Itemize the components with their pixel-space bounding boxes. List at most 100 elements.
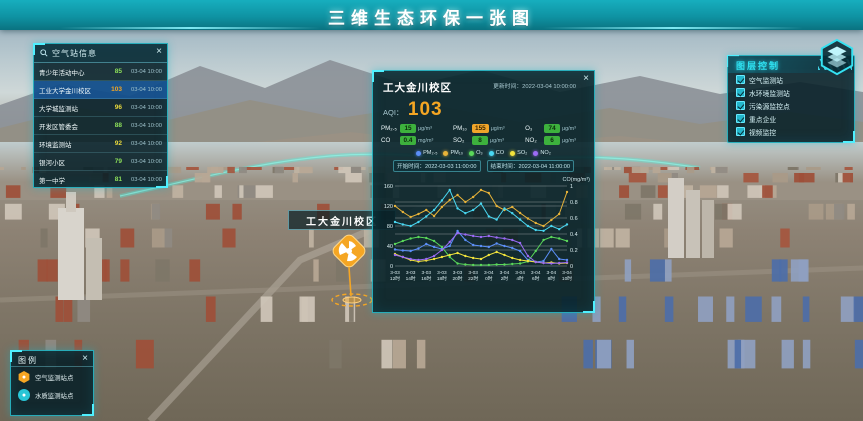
pollutant-name: NO₂ xyxy=(525,137,542,144)
station-update-time: 03-04 10:00 xyxy=(122,141,162,147)
series-legend-item[interactable]: CO xyxy=(489,150,504,156)
legend-header: 图例 × xyxy=(11,351,93,367)
pollutant-grid: PM₂.₅ 15 μg/m³PM₁₀ 155 μg/m³O₃ 74 μg/m³C… xyxy=(373,121,594,147)
aqi-label: AQI： xyxy=(383,108,403,117)
layer-checkbox[interactable] xyxy=(736,114,745,123)
svg-text:3-042时: 3-042时 xyxy=(500,270,510,282)
layers-hexagon-icon[interactable] xyxy=(818,38,856,76)
station-update-time: 03-04 10:00 xyxy=(122,159,162,165)
station-row[interactable]: 第一中学 81 03-04 10:00 xyxy=(34,171,167,187)
top-header-bar: 三维生态环保一张图 xyxy=(0,0,863,30)
svg-text:3-0320时: 3-0320时 xyxy=(452,270,462,282)
pollutant-unit: μg/m³ xyxy=(490,138,504,144)
layer-label: 重点企业 xyxy=(749,114,776,124)
aqi-value: 103 xyxy=(408,99,443,120)
series-legend-item[interactable]: PM₂.₅ xyxy=(416,150,437,156)
svg-text:120: 120 xyxy=(384,204,393,210)
series-color-dot xyxy=(489,151,494,156)
series-name: NO₂ xyxy=(540,150,551,156)
station-detail-popup: 工大金川校区 更新时间：2022-03-04 10:00:00 × AQI： 1… xyxy=(372,70,595,313)
series-legend-item[interactable]: SO₂ xyxy=(510,150,527,156)
station-row[interactable]: 大学城监测站 96 03-04 10:00 xyxy=(34,99,167,117)
legend-circle-icon: ● xyxy=(18,389,30,401)
pollutant-item: PM₁₀ 155 μg/m³ xyxy=(453,124,523,133)
pollutant-value-badge: 155 xyxy=(472,124,489,133)
time-range-row: 开始时间：2022-03-03 11:00:00 结束时间：2022-03-04… xyxy=(373,158,594,174)
station-list-header: 空气站信息 × xyxy=(34,44,167,63)
legend-close-icon[interactable]: × xyxy=(82,354,88,364)
pollutant-unit: μg/m³ xyxy=(491,126,505,132)
legend-item: ●水质监测站点 xyxy=(11,385,93,403)
legend-item: ●空气监测站点 xyxy=(11,367,93,385)
pollutant-unit: μg/m³ xyxy=(562,138,576,144)
layer-checkbox[interactable] xyxy=(736,75,745,84)
header-decoration-left xyxy=(60,27,320,29)
station-row[interactable]: 环境监测站 92 03-04 10:00 xyxy=(34,135,167,153)
svg-text:3-048时: 3-048时 xyxy=(547,270,557,282)
layer-label: 视频监控 xyxy=(749,127,776,137)
svg-text:0: 0 xyxy=(570,264,573,270)
station-marker-icon[interactable] xyxy=(330,234,376,320)
series-color-dot xyxy=(416,151,421,156)
station-row[interactable]: 青少年活动中心 85 03-04 10:00 xyxy=(34,63,167,81)
series-legend-item[interactable]: NO₂ xyxy=(533,150,551,156)
svg-text:1: 1 xyxy=(570,184,573,190)
station-aqi-value: 79 xyxy=(106,158,122,165)
right-axis-label: CO(mg/m³) xyxy=(563,177,591,183)
station-update-time: 03-04 10:00 xyxy=(122,123,162,129)
app-root: 三维生态环保一张图 工大金川校区 空气站信息 × 青少年活动中心 85 xyxy=(0,0,863,421)
layer-checkbox[interactable] xyxy=(736,127,745,136)
svg-text:3-044时: 3-044时 xyxy=(515,270,525,282)
station-aqi-value: 103 xyxy=(106,86,122,93)
series-color-dot xyxy=(443,151,448,156)
svg-text:3-046时: 3-046时 xyxy=(531,270,541,282)
layer-toggle-row[interactable]: 水环境监测站 xyxy=(728,86,854,99)
series-legend-item[interactable]: PM₁₀ xyxy=(443,150,463,156)
station-list-title: 空气站信息 xyxy=(52,48,97,59)
series-legend-item[interactable]: O₃ xyxy=(469,150,483,156)
marker-diamond xyxy=(331,234,368,296)
layer-checkbox[interactable] xyxy=(736,101,745,110)
pollutant-name: PM₂.₅ xyxy=(381,125,398,132)
station-name: 环境监测站 xyxy=(39,139,106,149)
start-time-label: 开始时间： xyxy=(397,164,425,170)
svg-text:3-0312时: 3-0312时 xyxy=(390,270,400,282)
pollutant-value-badge: 15 xyxy=(400,124,416,133)
layer-toggle-row[interactable]: 污染源监控点 xyxy=(728,99,854,112)
svg-text:160: 160 xyxy=(384,184,393,190)
layer-label: 污染源监控点 xyxy=(749,101,790,111)
svg-text:3-0322时: 3-0322时 xyxy=(468,270,478,282)
map-legend-panel: 图例 × ●空气监测站点●水质监测站点 xyxy=(10,350,94,416)
station-row[interactable]: 银河小区 79 03-04 10:00 xyxy=(34,153,167,171)
end-time-input[interactable]: 结束时间：2022-03-04 11:00:00 xyxy=(487,160,575,172)
update-time-label: 更新时间： xyxy=(493,84,522,90)
layer-toggle-row[interactable]: 视频监控 xyxy=(728,125,854,138)
pollutant-name: SO₂ xyxy=(453,137,470,144)
pollutant-trend-chart: 0408012016000.20.40.60.81CO(mg/m³)3-0312… xyxy=(373,174,594,299)
layer-rows: 空气监测站水环境监测站污染源监控点重点企业视频监控 xyxy=(728,73,854,138)
station-aqi-value: 85 xyxy=(106,68,122,75)
layer-checkbox[interactable] xyxy=(736,88,745,97)
station-update-time: 03-04 10:00 xyxy=(122,105,162,111)
chart-series-legend: PM₂.₅ PM₁₀ O₃ CO SO₂ NO₂ xyxy=(373,147,594,158)
pollutant-value-badge: 8 xyxy=(472,136,488,145)
header-decoration-right xyxy=(543,27,803,29)
station-aqi-value: 81 xyxy=(106,176,122,183)
trend-chart-svg: 0408012016000.20.40.60.81CO(mg/m³)3-0312… xyxy=(377,174,590,294)
legend-hexagon-icon: ● xyxy=(18,371,30,383)
start-time-input[interactable]: 开始时间：2022-03-03 11:00:00 xyxy=(393,160,481,172)
svg-text:0.2: 0.2 xyxy=(570,248,578,254)
app-title: 三维生态环保一张图 xyxy=(328,4,535,29)
station-update-time: 03-04 10:00 xyxy=(122,87,162,93)
station-list-close-icon[interactable]: × xyxy=(156,47,162,57)
series-color-dot xyxy=(533,151,538,156)
popup-close-icon[interactable]: × xyxy=(583,74,589,84)
svg-text:3-040时: 3-040时 xyxy=(484,270,494,282)
station-row[interactable]: 开发区管委会 88 03-04 10:00 xyxy=(34,117,167,135)
pollutant-name: PM₁₀ xyxy=(453,125,470,132)
layer-toggle-row[interactable]: 重点企业 xyxy=(728,112,854,125)
layer-label: 水环境监测站 xyxy=(749,88,790,98)
marker-ground-ring xyxy=(332,294,372,306)
layer-panel-title: 图层控制 xyxy=(736,61,780,71)
station-row[interactable]: 工业大学金川校区 103 03-04 10:00 xyxy=(34,81,167,99)
